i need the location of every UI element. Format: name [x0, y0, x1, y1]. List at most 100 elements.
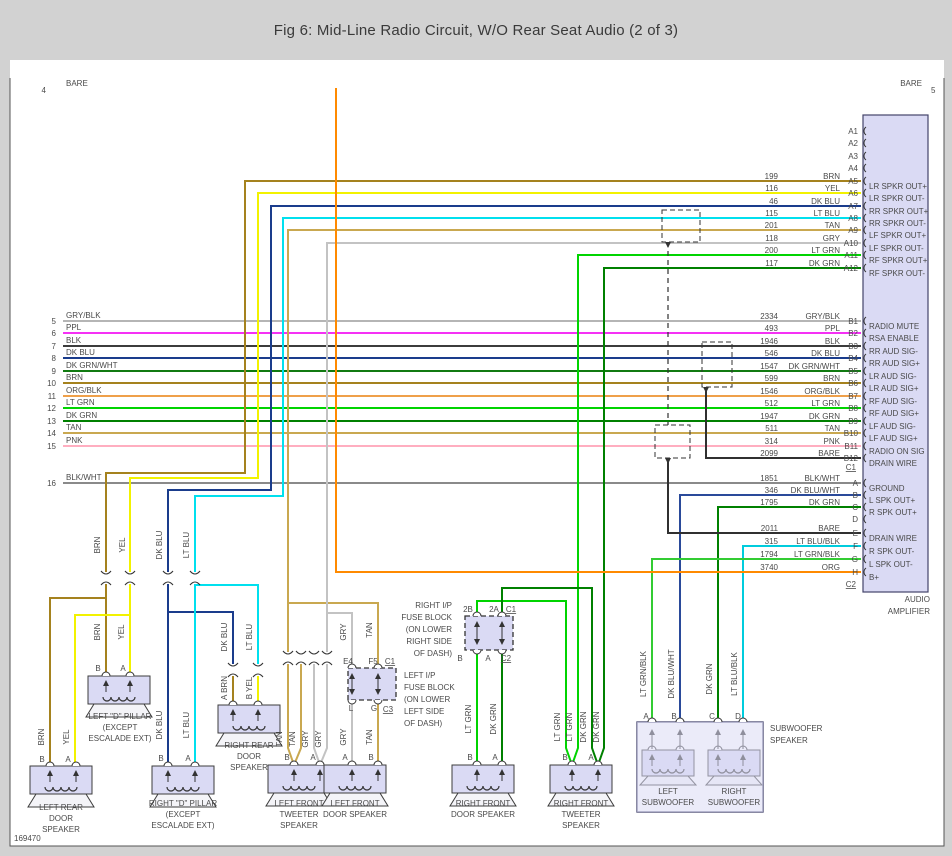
label: 2A: [489, 605, 499, 614]
label: DK BLU: [155, 710, 164, 739]
label: TWEETER: [279, 810, 318, 819]
pin-function: L SPK OUT+: [869, 496, 915, 505]
label: DOOR SPEAKER: [323, 810, 387, 819]
wire-color: LT GRN/BLK: [794, 550, 841, 559]
pin-bump: [163, 761, 173, 767]
label: LEFT "D" PILLAR: [89, 712, 152, 721]
pin-id: B11: [844, 442, 858, 451]
label: GRY: [339, 623, 348, 641]
label: TAN: [275, 731, 284, 747]
label: GRY: [314, 730, 323, 748]
row-wire-color: BRN: [66, 373, 83, 382]
wire-color: LT GRN: [811, 399, 840, 408]
pin-bump: [567, 760, 577, 766]
pin-function: RF SPKR OUT+: [869, 256, 928, 265]
label: SUBWOOFER: [642, 798, 695, 807]
label: ESCALADE EXT): [88, 734, 151, 743]
pin-id: B12: [844, 454, 859, 463]
label: FUSE BLOCK: [401, 613, 452, 622]
label: LEFT SIDE: [404, 707, 444, 716]
label: (EXCEPT: [166, 810, 201, 819]
label: B: [158, 754, 163, 763]
pin-bump: [593, 760, 603, 766]
pin-bump: [472, 611, 482, 617]
circuit-number: 116: [765, 184, 778, 193]
left-ip-fuse-block: [347, 667, 397, 701]
label: LEFT I/P: [404, 671, 435, 680]
label: DK BLU: [155, 530, 164, 559]
label: LT BLU: [245, 624, 254, 651]
circuit-number: 201: [765, 221, 779, 230]
label: LT BLU/BLK: [730, 651, 739, 695]
pin-function: RF SPKR OUT-: [869, 269, 925, 278]
row-wire-color: DK BLU: [66, 348, 95, 357]
pin-function: DRAIN WIRE: [869, 459, 917, 468]
pin-bump: [347, 760, 357, 766]
label: (EXCEPT: [103, 723, 138, 732]
wire-color: LT BLU/BLK: [796, 537, 840, 546]
label: (ON LOWER: [406, 625, 452, 634]
label: L: [349, 704, 354, 713]
row-wire-color: BLK: [66, 336, 82, 345]
label: LT BLU: [182, 712, 191, 739]
pin-id: B8: [848, 404, 858, 413]
pin-id: B7: [848, 392, 858, 401]
pin-bump: [713, 717, 723, 723]
label: OF DASH): [404, 719, 443, 728]
label: A: [120, 664, 126, 673]
label: BRN: [93, 623, 102, 640]
row-wire-color: TAN: [66, 423, 82, 432]
circuit-number: 346: [765, 486, 779, 495]
label: ESCALADE EXT): [151, 821, 214, 830]
circuit-number: 1851: [760, 474, 778, 483]
circuit-number: 117: [765, 259, 778, 268]
pin-id: F: [853, 542, 858, 551]
right-front-tweeter-speaker: [549, 764, 613, 794]
circuit-number: 200: [765, 246, 779, 255]
wire-color: GRY: [823, 234, 841, 243]
circuit-number: 493: [765, 324, 779, 333]
pin-function: R SPK OUT+: [869, 508, 917, 517]
row-wire-color: ORG/BLK: [66, 386, 102, 395]
label: YEL: [62, 729, 71, 745]
wire-color: PPL: [825, 324, 841, 333]
label: LEFT FRONT: [330, 799, 379, 808]
label: SPEAKER: [42, 825, 80, 834]
pin-id: A1: [848, 127, 858, 136]
pin-id: B2: [848, 329, 858, 338]
circuit-number: 546: [765, 349, 779, 358]
label: TAN: [365, 622, 374, 638]
label: LT GRN: [565, 712, 574, 741]
label: TAN: [365, 729, 374, 745]
pin-id: B9: [848, 417, 858, 426]
label: OF DASH): [414, 649, 453, 658]
top-bus-right-label: BARE: [900, 79, 922, 88]
row-number: 6: [52, 329, 57, 338]
pin-bump: [675, 717, 685, 723]
pin-function: RSA ENABLE: [869, 334, 919, 343]
wire-color: BARE: [818, 449, 840, 458]
wire-color: DK BLU/WHT: [791, 486, 840, 495]
pin-function: LF AUD SIG-: [869, 422, 916, 431]
pin-function: LR SPKR OUT-: [869, 194, 925, 203]
label: RIGHT "D" PILLAR: [149, 799, 217, 808]
label: DK GRN: [592, 711, 601, 742]
label: LEFT FRONT: [274, 799, 323, 808]
figure-code: 169470: [14, 834, 41, 843]
label: B: [457, 654, 462, 663]
label: LEFT: [658, 787, 678, 796]
label: A: [485, 654, 491, 663]
pin-function: R SPK OUT-: [869, 547, 915, 556]
label: LT GRN: [553, 712, 562, 741]
label: B: [467, 753, 472, 762]
label: B: [39, 755, 44, 764]
wire-color: ORG/BLK: [804, 387, 840, 396]
label: GRY: [301, 730, 310, 748]
row-wire-color: PNK: [66, 436, 83, 445]
pin-id: H: [852, 568, 858, 577]
pin-function: LF SPKR OUT-: [869, 244, 924, 253]
label: A BRN: [220, 676, 229, 700]
circuit-number: 314: [765, 437, 779, 446]
pin-function: RF AUD SIG-: [869, 397, 917, 406]
pin-id: B4: [848, 354, 858, 363]
